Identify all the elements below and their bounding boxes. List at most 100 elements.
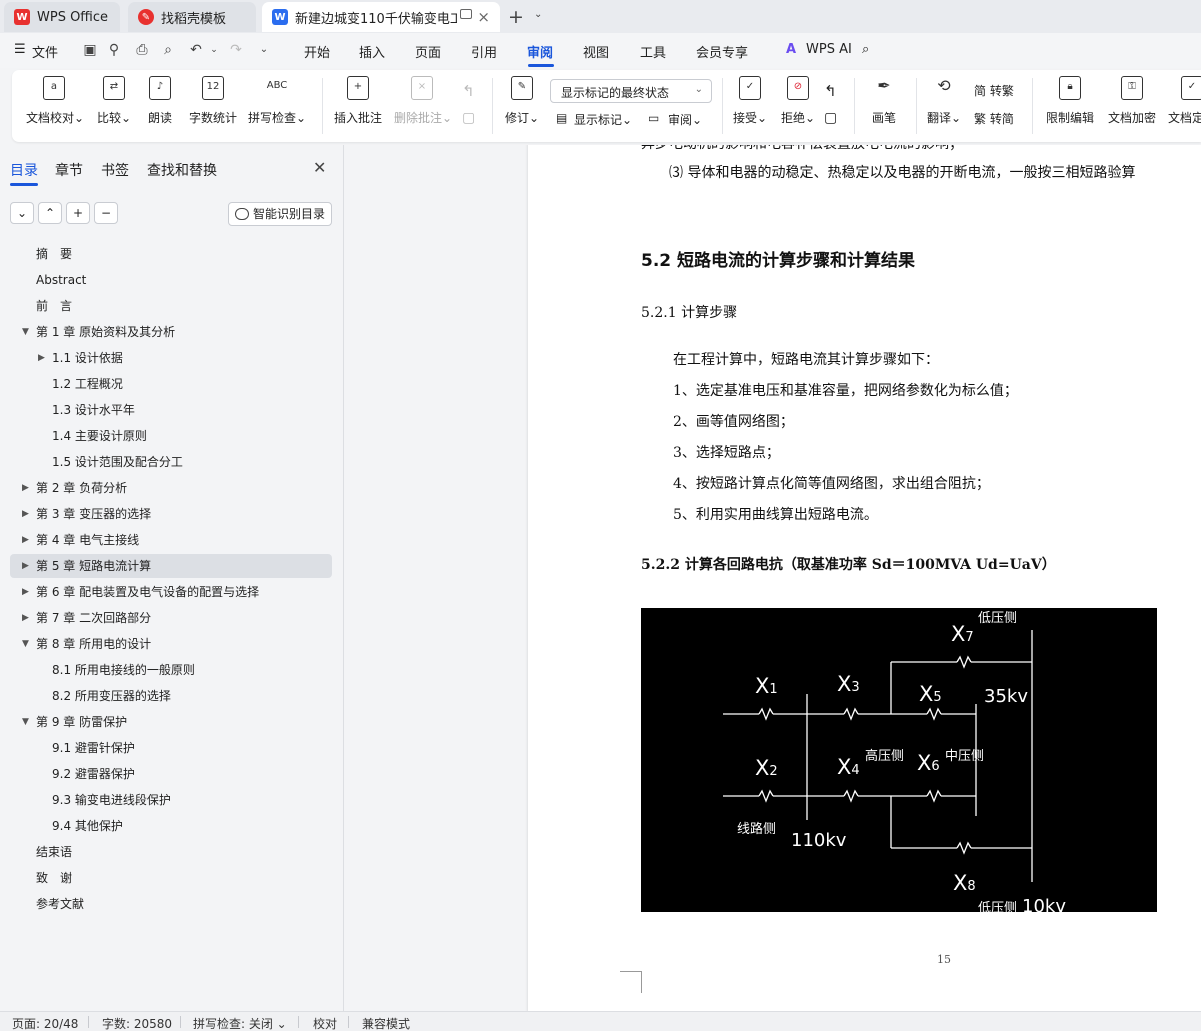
undo-icon[interactable]: ↶ [188,42,204,58]
pen-button[interactable]: ✒ 画笔 [864,76,904,126]
show-markup-button[interactable]: 显示标记⌄ [574,111,632,128]
toc-item[interactable]: 1.2 工程概况 [52,372,123,396]
word-count-indicator[interactable]: 字数: 20580 [102,1015,172,1031]
page-indicator[interactable]: 页面: 20/48 [12,1015,78,1031]
smart-toc-button[interactable]: 智能识别目录 [228,202,332,226]
encrypt-button[interactable]: ⚿ 文档加密 [1106,76,1158,126]
document-area[interactable]: 异步电动机的影响和电容补偿装置放电电流的影响； ⑶ 导体和电器的动稳定、热稳定以… [345,145,1201,1011]
toc-item[interactable]: 1.4 主要设计原则 [52,424,147,448]
delete-comment-button[interactable]: × 删除批注⌄ [394,76,452,126]
menu-review[interactable]: 审阅 [527,42,553,61]
chevron-down-icon[interactable]: ⌄ [534,9,542,20]
toc-item[interactable]: 9.3 输变电进线段保护 [52,788,171,812]
prev-comment-icon[interactable]: ↰ [462,82,475,100]
next-comment-icon[interactable]: ▢ [462,110,475,126]
tab-find-replace[interactable]: 查找和替换 [147,160,217,180]
expand-icon[interactable]: ▼ [22,320,29,344]
menu-home[interactable]: 开始 [304,42,330,61]
reject-button[interactable]: ⊘ 拒绝⌄ [778,76,818,126]
toc-item[interactable]: 1.3 设计水平年 [52,398,135,422]
tab-bookmarks[interactable]: 书签 [101,160,129,180]
tab-document[interactable]: W 新建边城变110千伏输变电工程 × [262,2,500,32]
restrict-edit-button[interactable]: 🔒︎ 限制编辑 [1042,76,1098,126]
toc-item[interactable]: ▶ 第 2 章 负荷分析 [22,476,127,500]
revise-button[interactable]: ✎ 修订⌄ [502,76,542,126]
expand-icon[interactable]: ▼ [22,632,29,656]
menu-page[interactable]: 页面 [415,42,441,61]
compare-button[interactable]: ⇄ 比较⌄ [94,76,134,126]
prev-change-icon[interactable]: ↰ [824,82,837,100]
read-aloud-button[interactable]: ♪ 朗读 [146,76,174,126]
review-pane-button[interactable]: 审阅⌄ [668,111,702,128]
print-icon[interactable]: ⎙ [134,42,150,58]
share-icon[interactable]: ⚲ [106,42,122,58]
toc-item[interactable]: ▼ 第 9 章 防雷保护 [22,710,127,734]
toc-item[interactable]: ▶ 第 6 章 配电装置及电气设备的配置与选择 [22,580,259,604]
collapse-icon[interactable]: ▶ [22,580,29,604]
search-icon[interactable]: ⌕ [862,42,869,57]
menu-view[interactable]: 视图 [583,42,609,61]
collapse-icon[interactable]: ▶ [22,502,29,526]
toc-item[interactable]: 9.2 避雷器保护 [52,762,135,786]
close-icon[interactable]: × [477,8,490,26]
collapse-icon[interactable]: ▶ [22,476,29,500]
collapse-icon[interactable]: ▶ [22,554,29,578]
to-traditional-button[interactable]: 简 转繁 [974,82,1014,99]
hamburger-icon[interactable]: ☰ [14,42,26,57]
collapse-up-button[interactable]: ⌃ [38,202,62,224]
toc-item[interactable]: 参考文献 [36,892,84,916]
menu-references[interactable]: 引用 [471,42,497,61]
chevron-down-icon[interactable]: ⌄ [206,42,222,58]
collapse-icon[interactable]: ▶ [22,528,29,552]
collapse-icon[interactable]: ▶ [22,606,29,630]
doc-final-button[interactable]: ✓ 文档定稿 [1166,76,1201,126]
word-count-button[interactable]: 12 字数统计 [188,76,238,126]
toc-item[interactable]: 8.1 所用电接线的一般原则 [52,658,195,682]
proofread-indicator[interactable]: 校对 [313,1015,337,1031]
monitor-icon[interactable] [460,9,472,19]
menu-tools[interactable]: 工具 [640,42,666,61]
tab-sections[interactable]: 章节 [55,160,83,180]
spell-check-button[interactable]: ABC 拼写检查⌄ [248,76,306,126]
toc-item[interactable]: 摘 要 [36,242,72,266]
toc-item[interactable]: ▼ 第 1 章 原始资料及其分析 [22,320,175,344]
add-heading-button[interactable]: + [66,202,90,224]
new-tab-button[interactable]: + [508,6,524,28]
toc-item[interactable]: ▶ 第 7 章 二次回路部分 [22,606,151,630]
doc-check-button[interactable]: a 文档校对⌄ [26,76,84,126]
tab-wps-office[interactable]: W WPS Office [4,2,120,32]
tab-docer-templates[interactable]: ✎ 找稻壳模板 [128,2,256,32]
toc-item[interactable]: 致 谢 [36,866,72,890]
toc-item[interactable]: 9.4 其他保护 [52,814,123,838]
menu-file[interactable]: 文件 [32,42,58,61]
expand-down-button[interactable]: ⌄ [10,202,34,224]
accept-button[interactable]: ✓ 接受⌄ [730,76,770,126]
to-simplified-button[interactable]: 繁 转简 [974,110,1014,127]
toc-item[interactable]: ▶ 1.1 设计依据 [38,346,123,370]
remove-heading-button[interactable]: − [94,202,118,224]
save-icon[interactable]: ▣ [82,42,98,58]
next-change-icon[interactable]: ▢ [824,110,837,126]
tab-toc[interactable]: 目录 [10,160,38,180]
insert-comment-button[interactable]: + 插入批注 [332,76,384,126]
menu-insert[interactable]: 插入 [359,42,385,61]
track-mode-select[interactable]: 显示标记的最终状态 ⌄ [550,79,712,103]
document-page[interactable]: 异步电动机的影响和电容补偿装置放电电流的影响； ⑶ 导体和电器的动稳定、热稳定以… [528,145,1201,1011]
collapse-icon[interactable]: ▶ [38,346,45,370]
toc-item[interactable]: ▼ 第 8 章 所用电的设计 [22,632,151,656]
close-icon[interactable]: ✕ [313,158,326,177]
toc-item[interactable]: ▶ 第 3 章 变压器的选择 [22,502,151,526]
toc-item[interactable]: ▶ 第 4 章 电气主接线 [22,528,139,552]
menu-wps-ai[interactable]: WPS AI [806,42,852,57]
menu-member[interactable]: 会员专享 [696,42,748,61]
toc-item[interactable]: ▶ 第 5 章 短路电流计算 [22,554,151,578]
redo-icon[interactable]: ↷ [228,42,244,58]
toc-item[interactable]: 8.2 所用变压器的选择 [52,684,171,708]
toc-item[interactable]: 结束语 [36,840,72,864]
print-preview-icon[interactable]: ⌕ [160,42,176,58]
toc-item[interactable]: Abstract [36,268,86,292]
chevron-down-icon[interactable]: ⌄ [256,42,272,58]
toc-item[interactable]: 前 言 [36,294,72,318]
toc-item[interactable]: 1.5 设计范围及配合分工 [52,450,183,474]
expand-icon[interactable]: ▼ [22,710,29,734]
